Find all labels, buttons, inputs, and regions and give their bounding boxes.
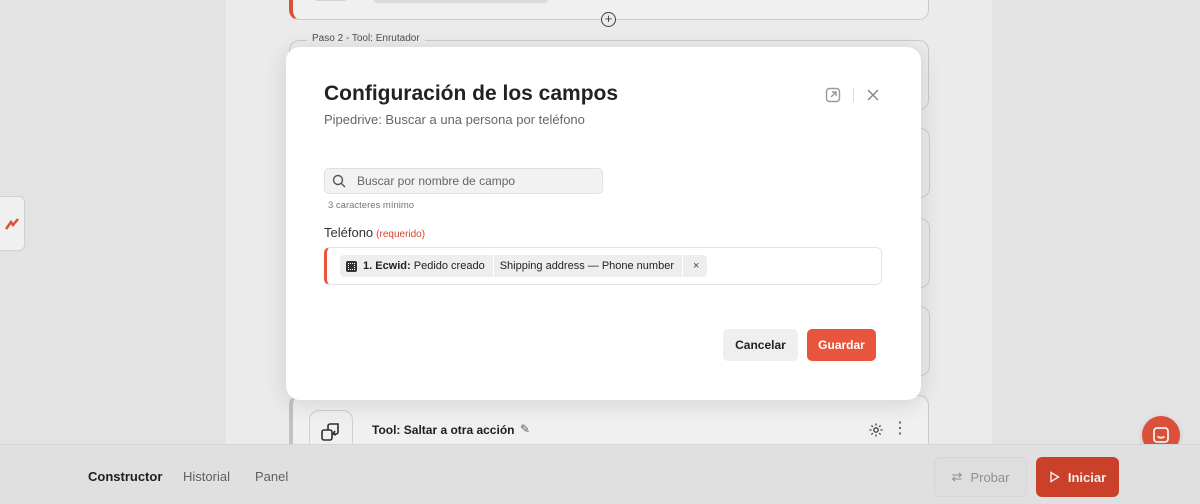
close-icon[interactable] [865,87,881,103]
chip-separator [681,255,683,277]
mapped-value-chip[interactable]: 1. Ecwid: Pedido creado Shipping address… [340,255,708,277]
chip-separator [492,255,494,277]
save-button[interactable]: Guardar [807,329,876,361]
phone-field-label-text: Teléfono [324,225,374,240]
chip-event: Pedido creado [413,260,485,272]
open-external-icon[interactable] [825,87,841,103]
field-config-modal: Configuración de los campos Pipedrive: B… [286,47,921,400]
required-badge: (requerido) [376,229,426,240]
search-input[interactable] [357,172,592,190]
phone-field-input[interactable]: 1. Ecwid: Pedido creado Shipping address… [324,247,882,285]
modal-subtitle: Pipedrive: Buscar a una persona por telé… [324,112,585,127]
remove-chip-icon[interactable]: × [693,260,699,272]
cancel-button[interactable]: Cancelar [723,329,798,361]
ecwid-app-icon [346,260,357,272]
search-icon [332,174,346,188]
phone-field-label: Teléfono (requerido) [324,225,425,240]
chip-step: 1. Ecwid: [363,260,411,272]
field-search[interactable] [324,168,603,194]
header-divider [853,88,854,102]
chip-path: Shipping address — Phone number [499,260,674,272]
search-hint: 3 caracteres mínimo [328,200,415,211]
modal-title: Configuración de los campos [324,82,619,105]
